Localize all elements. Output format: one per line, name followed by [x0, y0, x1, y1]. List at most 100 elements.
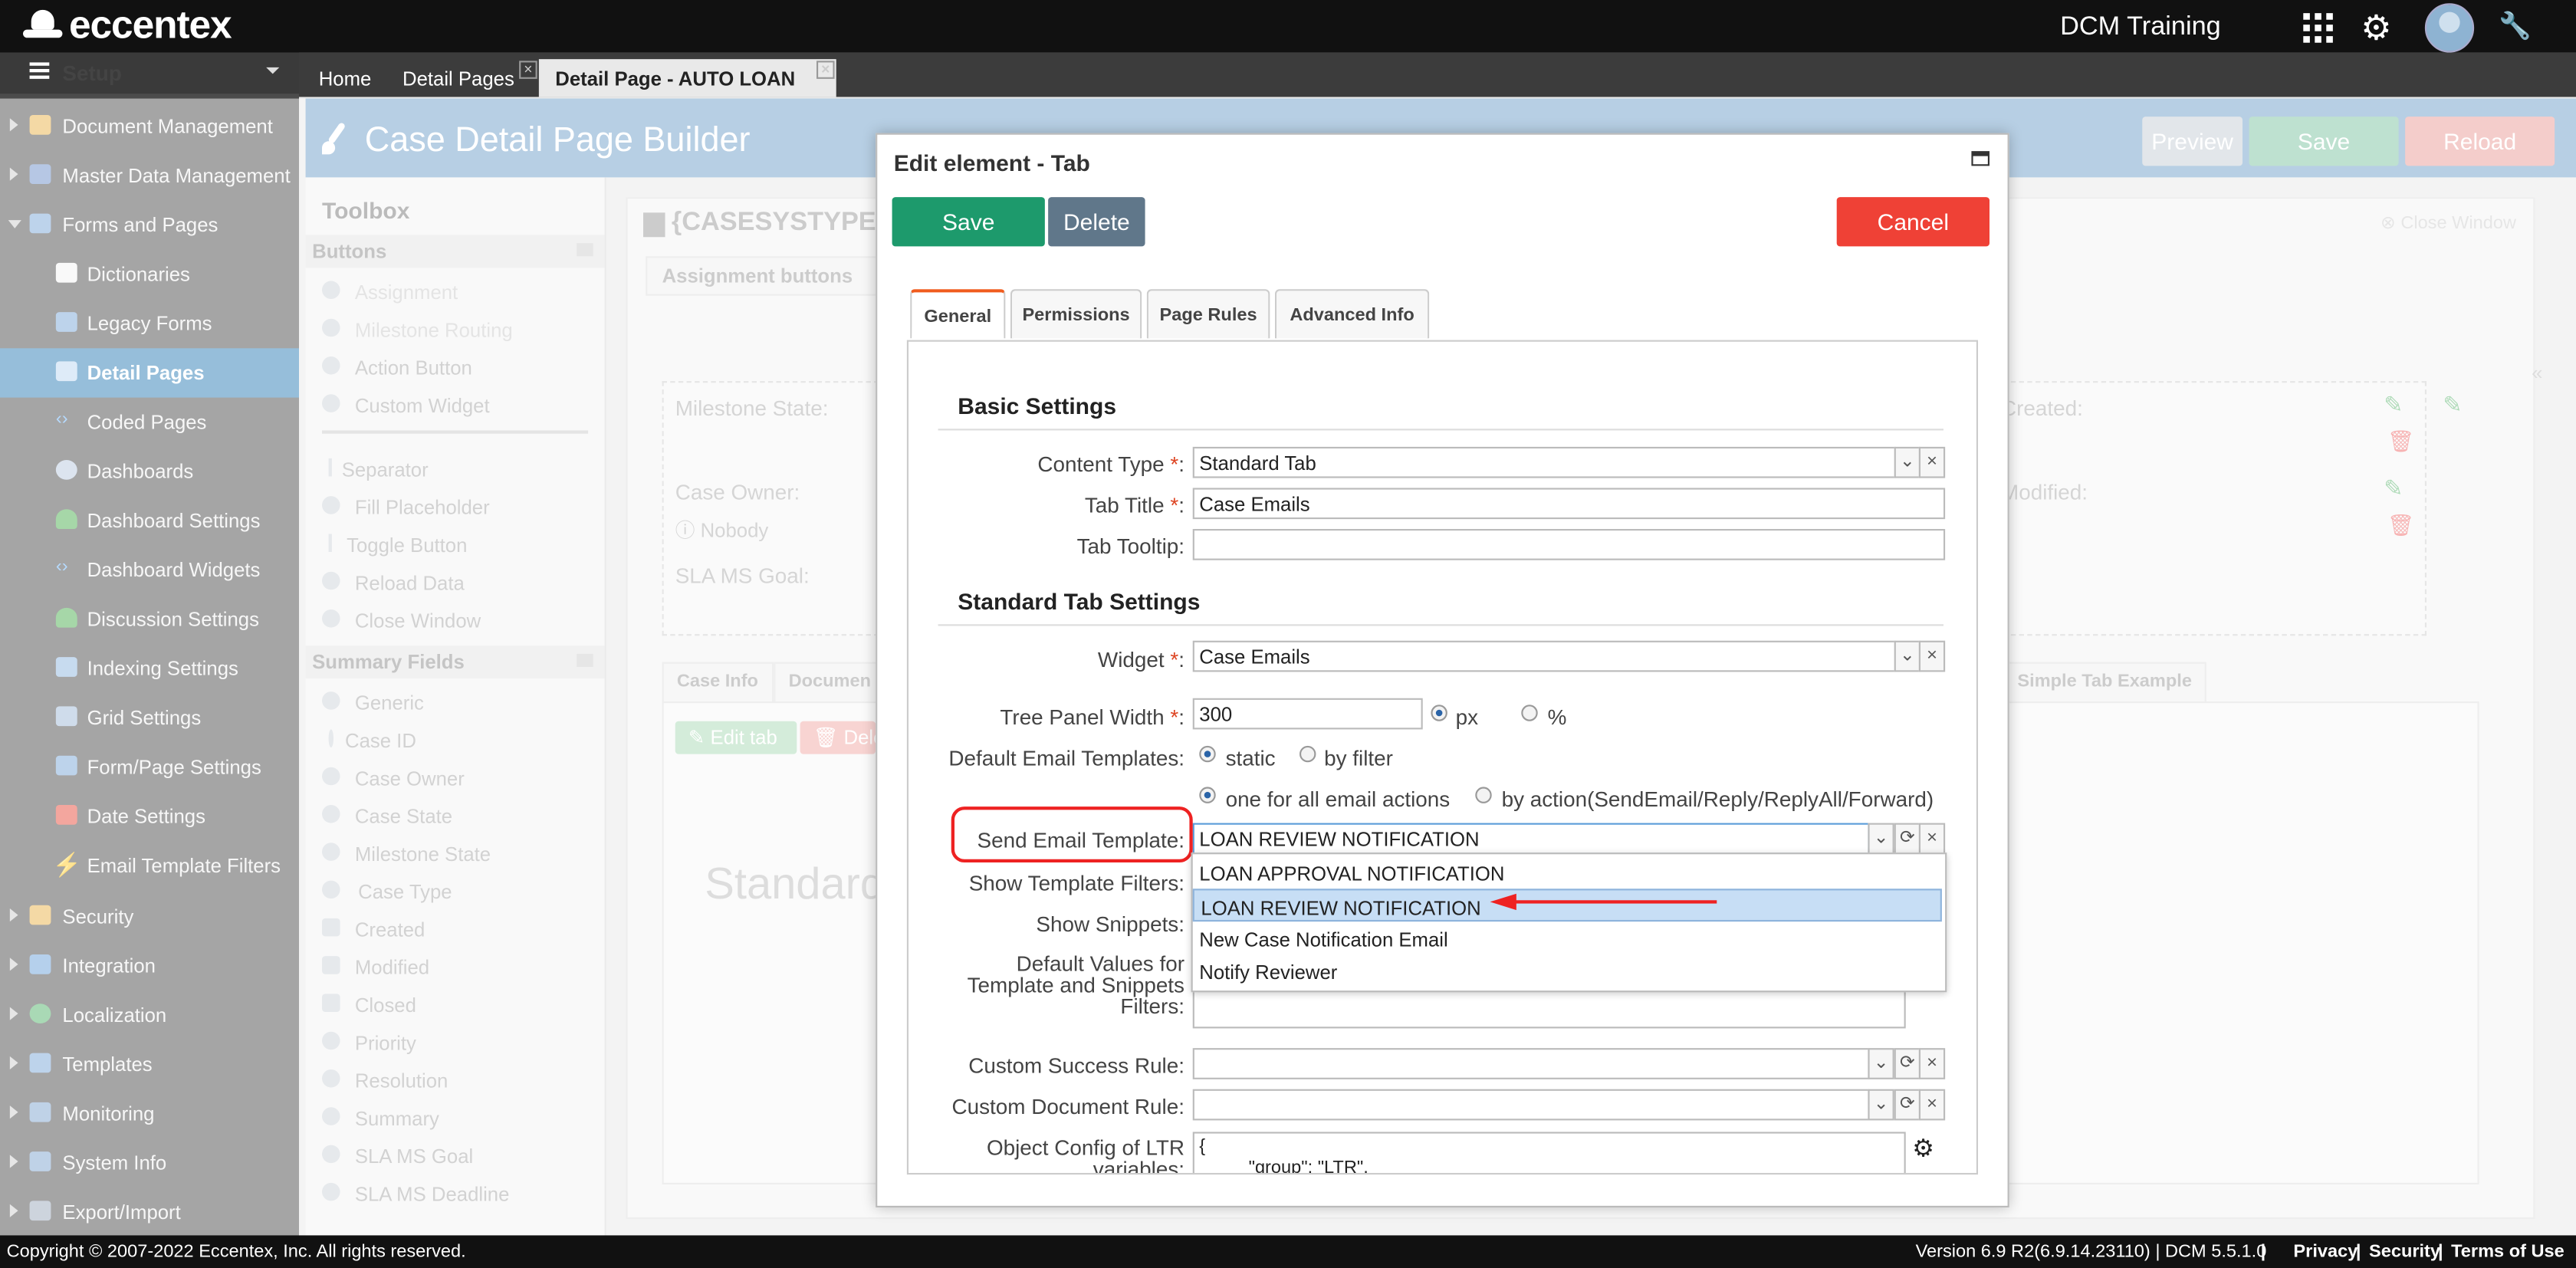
object-config-label: Object Config of LTR variables:	[986, 1135, 1184, 1175]
content-type-field[interactable]: Standard Tab	[1192, 446, 1896, 478]
radio-static[interactable]	[1199, 745, 1216, 763]
hat-logo-icon	[23, 9, 63, 43]
setup-label: Setup	[62, 61, 122, 86]
divider	[938, 624, 1944, 626]
refresh-icon[interactable]: ⟳	[1894, 1089, 1921, 1121]
tab-title-field[interactable]: Case Emails	[1192, 488, 1946, 520]
general-tab-panel: Basic Settings Content Type *: Standard …	[906, 340, 1978, 1175]
close-tab-icon[interactable]: ×	[519, 61, 537, 79]
refresh-icon[interactable]: ⟳	[1894, 1048, 1921, 1079]
dialog-cancel-button[interactable]: Cancel	[1836, 197, 1990, 247]
wrench-icon[interactable]: 🔧	[2499, 10, 2532, 43]
dialog-delete-button[interactable]: Delete	[1048, 197, 1145, 247]
terms-link[interactable]: Terms of Use	[2451, 1242, 2564, 1262]
clear-icon[interactable]: ×	[1918, 640, 1946, 672]
version-text: Version 6.9 R2(6.9.14.23110) | DCM 5.5.1…	[1915, 1242, 2267, 1262]
tab-label: Home	[318, 67, 372, 90]
app-logo[interactable]: eccentex	[23, 3, 232, 49]
logo-text: eccentex	[69, 3, 232, 48]
footer-separator: |	[2355, 1242, 2361, 1262]
by-filter-label: by filter	[1324, 745, 1393, 770]
annotation-arrow-icon	[1490, 893, 1516, 911]
clear-icon[interactable]: ×	[1918, 1089, 1946, 1121]
chevron-down-icon[interactable]: ⌄	[1868, 1089, 1894, 1121]
basic-settings-heading: Basic Settings	[958, 393, 1117, 419]
radio-by-action[interactable]	[1475, 787, 1492, 803]
dropdown-option[interactable]: New Case Notification Email	[1193, 921, 1942, 954]
setup-menu-header[interactable]: Setup	[0, 52, 299, 94]
chevron-down-icon[interactable]: ⌄	[1894, 640, 1921, 672]
caret-down-icon	[266, 67, 280, 74]
tab-page-rules[interactable]: Page Rules	[1146, 289, 1270, 339]
tab-permissions[interactable]: Permissions	[1010, 289, 1142, 339]
environment-title: DCM Training	[2060, 13, 2221, 41]
dropdown-option-selected[interactable]: LOAN REVIEW NOTIFICATION	[1192, 889, 1942, 922]
copyright-text: Copyright © 2007-2022 Eccentex, Inc. All…	[6, 1242, 466, 1262]
dropdown-option[interactable]: Notify Reviewer	[1193, 954, 1942, 987]
highlight-box	[951, 806, 1193, 862]
px-label: px	[1455, 705, 1479, 730]
custom-success-rule-field[interactable]	[1192, 1048, 1870, 1079]
show-template-filters-label: Show Template Filters:	[968, 870, 1184, 895]
tab-advanced-info[interactable]: Advanced Info	[1274, 289, 1430, 339]
radio-by-filter[interactable]	[1300, 745, 1316, 763]
tab-tooltip-field[interactable]	[1192, 529, 1946, 560]
object-config-editor[interactable]: { "group": "LTR",	[1192, 1132, 1906, 1173]
tab-detail-pages[interactable]: Detail Pages ×	[386, 59, 537, 97]
dialog-save-button[interactable]: Save	[892, 197, 1045, 247]
footer: Copyright © 2007-2022 Eccentex, Inc. All…	[0, 1235, 2576, 1268]
settings-gear-icon[interactable]: ⚙	[2361, 8, 2391, 50]
privacy-link[interactable]: Privacy	[2293, 1242, 2358, 1262]
widget-label: Widget *:	[1097, 647, 1184, 672]
default-email-templates-label: Default Email Templates:	[948, 745, 1184, 770]
tab-general[interactable]: General	[910, 289, 1006, 339]
radio-one-for-all[interactable]	[1199, 787, 1216, 803]
dropdown-option[interactable]: LOAN APPROVAL NOTIFICATION	[1193, 856, 1942, 889]
tab-label: Detail Pages	[402, 67, 514, 90]
tab-tooltip-label: Tab Tooltip:	[1076, 534, 1184, 559]
footer-separator: |	[2438, 1242, 2443, 1262]
one-for-all-label: one for all email actions	[1225, 787, 1451, 812]
radio-percent[interactable]	[1521, 705, 1538, 721]
tab-label: Detail Page - AUTO LOAN	[555, 67, 796, 90]
chevron-down-icon[interactable]: ⌄	[1894, 446, 1921, 478]
radio-px[interactable]	[1431, 705, 1447, 721]
app-root: eccentex DCM Training ⚙ 🔧 Setup Document…	[0, 0, 2576, 1268]
divider	[938, 429, 1944, 431]
chevron-down-icon[interactable]: ⌄	[1868, 1048, 1894, 1079]
widget-field[interactable]: Case Emails	[1192, 640, 1896, 672]
edit-element-dialog: Edit element - Tab Save Delete Cancel Ge…	[876, 133, 2009, 1208]
standard-tab-settings-heading: Standard Tab Settings	[958, 588, 1201, 615]
tab-detail-page-auto-loan[interactable]: Detail Page - AUTO LOAN ×	[538, 59, 836, 97]
chevron-down-icon[interactable]: ⌄	[1868, 823, 1894, 855]
dialog-title: Edit element - Tab	[893, 149, 1090, 176]
hamburger-icon	[29, 62, 50, 79]
clear-icon[interactable]: ×	[1918, 446, 1946, 478]
tab-title-label: Tab Title *:	[1084, 492, 1184, 517]
tree-panel-width-field[interactable]: 300	[1192, 698, 1423, 730]
refresh-icon[interactable]: ⟳	[1894, 823, 1921, 855]
static-label: static	[1225, 745, 1276, 770]
send-email-template-field[interactable]: LOAN REVIEW NOTIFICATION	[1192, 823, 1870, 855]
gear-icon[interactable]: ⚙	[1912, 1134, 1934, 1163]
security-link[interactable]: Security	[2369, 1242, 2440, 1262]
tab-home[interactable]: Home	[302, 59, 384, 97]
send-email-template-dropdown: LOAN APPROVAL NOTIFICATION LOAN REVIEW N…	[1191, 852, 1947, 993]
top-bar: eccentex DCM Training ⚙ 🔧	[0, 0, 2576, 53]
default-values-label: Default Values for Template and Snippets…	[967, 951, 1184, 1019]
maximize-icon[interactable]	[1971, 151, 1990, 166]
content-type-label: Content Type *:	[1037, 452, 1184, 477]
clear-icon[interactable]: ×	[1918, 1048, 1946, 1079]
clear-icon[interactable]: ×	[1918, 823, 1946, 855]
by-action-label: by action(SendEmail/Reply/ReplyAll/Forwa…	[1501, 787, 1934, 812]
annotation-arrow-line	[1514, 900, 1717, 904]
user-avatar[interactable]	[2424, 3, 2475, 53]
default-values-field[interactable]	[1192, 990, 1906, 1029]
tree-panel-width-label: Tree Panel Width *:	[1000, 705, 1184, 730]
custom-document-rule-field[interactable]	[1192, 1089, 1870, 1121]
apps-grid-icon[interactable]	[2303, 13, 2333, 43]
page-tabs-bar: Home Detail Pages × Detail Page - AUTO L…	[299, 52, 2576, 97]
close-tab-icon[interactable]: ×	[816, 61, 835, 79]
custom-success-rule-label: Custom Success Rule:	[968, 1053, 1184, 1078]
footer-separator: |	[2260, 1242, 2266, 1262]
